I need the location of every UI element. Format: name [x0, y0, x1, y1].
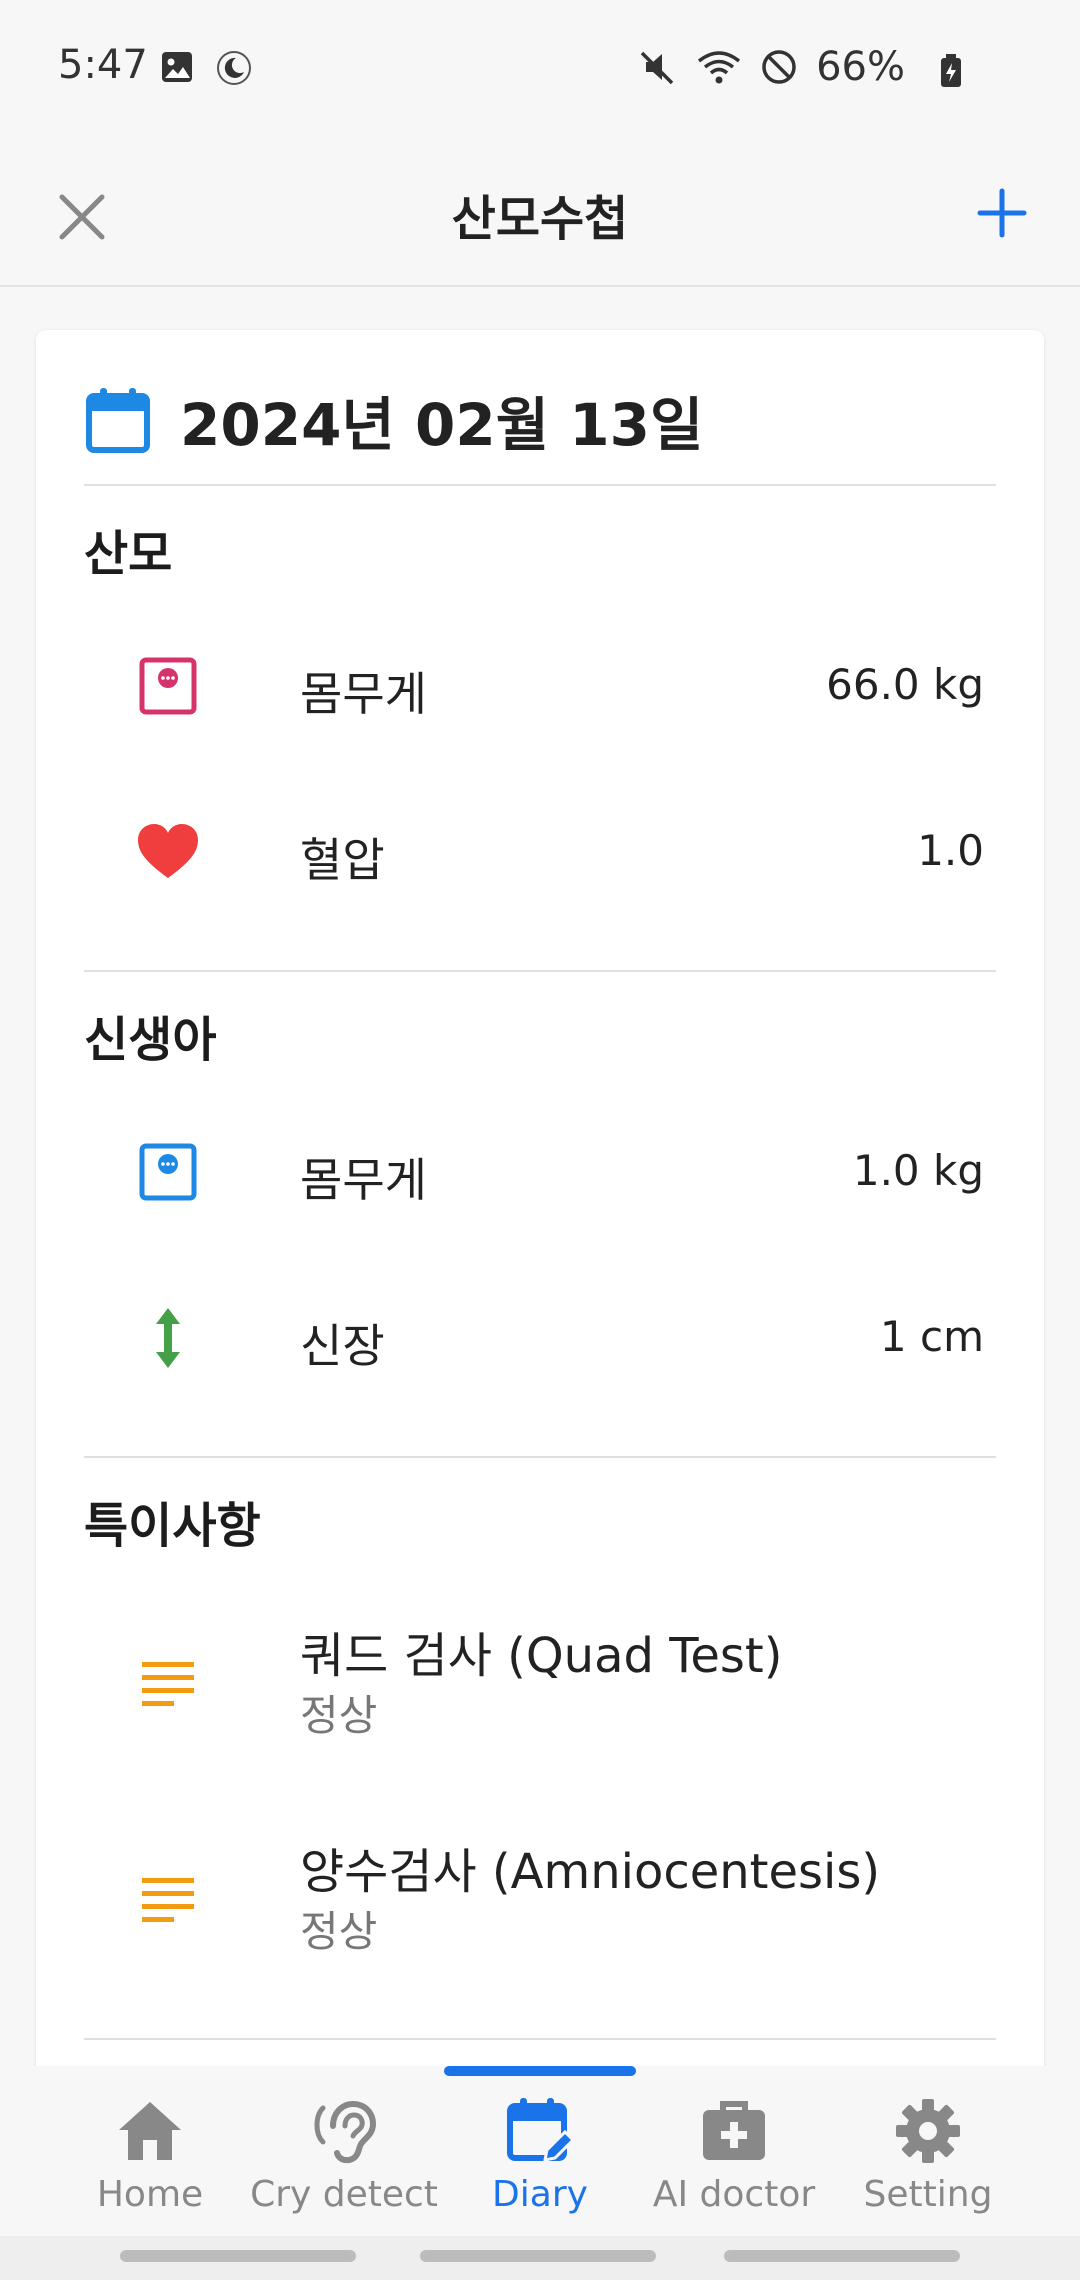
gallery-icon: [162, 52, 192, 82]
newborn-height-value: 1 cm: [879, 1312, 984, 1361]
mother-weight-value: 66.0 kg: [826, 660, 984, 709]
note-title: 쿼드 검사 (Quad Test): [300, 1628, 783, 1684]
divider: [84, 970, 996, 972]
nav-item-setting[interactable]: Setting: [828, 2096, 1028, 2236]
status-right: 66%: [638, 44, 905, 90]
nav-item-cry-detect[interactable]: Cry detect: [244, 2096, 444, 2236]
mother-blood-pressure-row[interactable]: 혈압 1.0: [84, 790, 984, 910]
section-title-mother: 산모: [84, 526, 173, 582]
section-title-newborn: 신생아: [84, 1012, 217, 1068]
medical-kit-icon: [703, 2101, 765, 2160]
app-bar: 산모수첩: [0, 115, 1080, 287]
calendar-edit-icon: [507, 2098, 575, 2162]
status-bar: 5:47 66%: [0, 0, 1080, 115]
nav-label: Diary: [492, 2174, 588, 2215]
newborn-weight-value: 1.0 kg: [852, 1146, 984, 1195]
nav-label: Cry detect: [250, 2174, 438, 2215]
status-left-icons: [160, 50, 252, 86]
date-row[interactable]: 2024년 02월 13일: [86, 378, 703, 462]
scale-icon: [139, 1143, 197, 1201]
mother-weight-row[interactable]: 몸무게 66.0 kg: [84, 624, 984, 744]
gesture-pill-left[interactable]: [120, 2250, 356, 2262]
status-time: 5:47: [58, 42, 148, 88]
nav-item-ai-doctor[interactable]: AI doctor: [634, 2096, 834, 2236]
home-icon: [119, 2102, 181, 2160]
active-tab-indicator: [444, 2066, 636, 2076]
newborn-height-row[interactable]: 신장 1 cm: [84, 1276, 984, 1396]
nav-label: Setting: [863, 2174, 993, 2215]
battery-icon: [941, 54, 961, 87]
nav-label: Home: [96, 2174, 204, 2215]
newborn-height-label: 신장: [300, 1319, 385, 1373]
wifi-icon: [698, 51, 741, 84]
nav-item-diary[interactable]: Diary: [440, 2096, 640, 2236]
bottom-nav: Home Cry detect Diary AI doctor Setting: [0, 2066, 1080, 2236]
mother-blood-pressure-value: 1.0: [917, 826, 984, 875]
divider: [84, 2038, 996, 2040]
gear-icon: [896, 2099, 960, 2163]
battery-percent: 66%: [816, 44, 905, 90]
divider: [84, 484, 996, 486]
diary-date: 2024년 02월 13일: [180, 391, 704, 459]
moon-icon: [217, 51, 251, 85]
diary-card: 2024년 02월 13일 산모 몸무게 66.0 kg 혈압 1.0 신생아: [36, 330, 1044, 2090]
page-title: 산모수첩: [451, 191, 629, 247]
heart-icon: [138, 824, 198, 878]
newborn-weight-label: 몸무게: [300, 1153, 427, 1207]
height-arrow-icon: [156, 1308, 180, 1368]
note-result: 정상: [300, 1907, 378, 1956]
plus-icon[interactable]: [972, 183, 1032, 243]
nav-item-home[interactable]: Home: [50, 2096, 250, 2236]
newborn-weight-row[interactable]: 몸무게 1.0 kg: [84, 1110, 984, 1230]
note-item-quad-test[interactable]: 쿼드 검사 (Quad Test) 정상: [84, 1610, 984, 1760]
mother-blood-pressure-label: 혈압: [300, 833, 385, 887]
gesture-pill-right[interactable]: [724, 2250, 960, 2262]
section-title-notes: 특이사항: [84, 1498, 261, 1554]
nav-label: AI doctor: [652, 2174, 816, 2215]
note-title: 양수검사 (Amniocentesis): [300, 1844, 881, 1900]
gesture-bar: [0, 2236, 1080, 2280]
block-icon: [762, 50, 796, 84]
note-result: 정상: [300, 1691, 378, 1740]
notes-lines-icon: [142, 1878, 194, 1922]
calendar-icon: [86, 388, 150, 453]
divider: [84, 1456, 996, 1458]
note-item-amniocentesis[interactable]: 양수검사 (Amniocentesis) 정상: [84, 1826, 984, 1976]
mother-weight-label: 몸무게: [300, 667, 427, 721]
scale-icon: [139, 657, 197, 715]
ear-icon: [314, 2100, 377, 2164]
notes-lines-icon: [142, 1662, 194, 1706]
gesture-pill-center[interactable]: [420, 2250, 656, 2262]
mute-icon: [640, 51, 674, 85]
